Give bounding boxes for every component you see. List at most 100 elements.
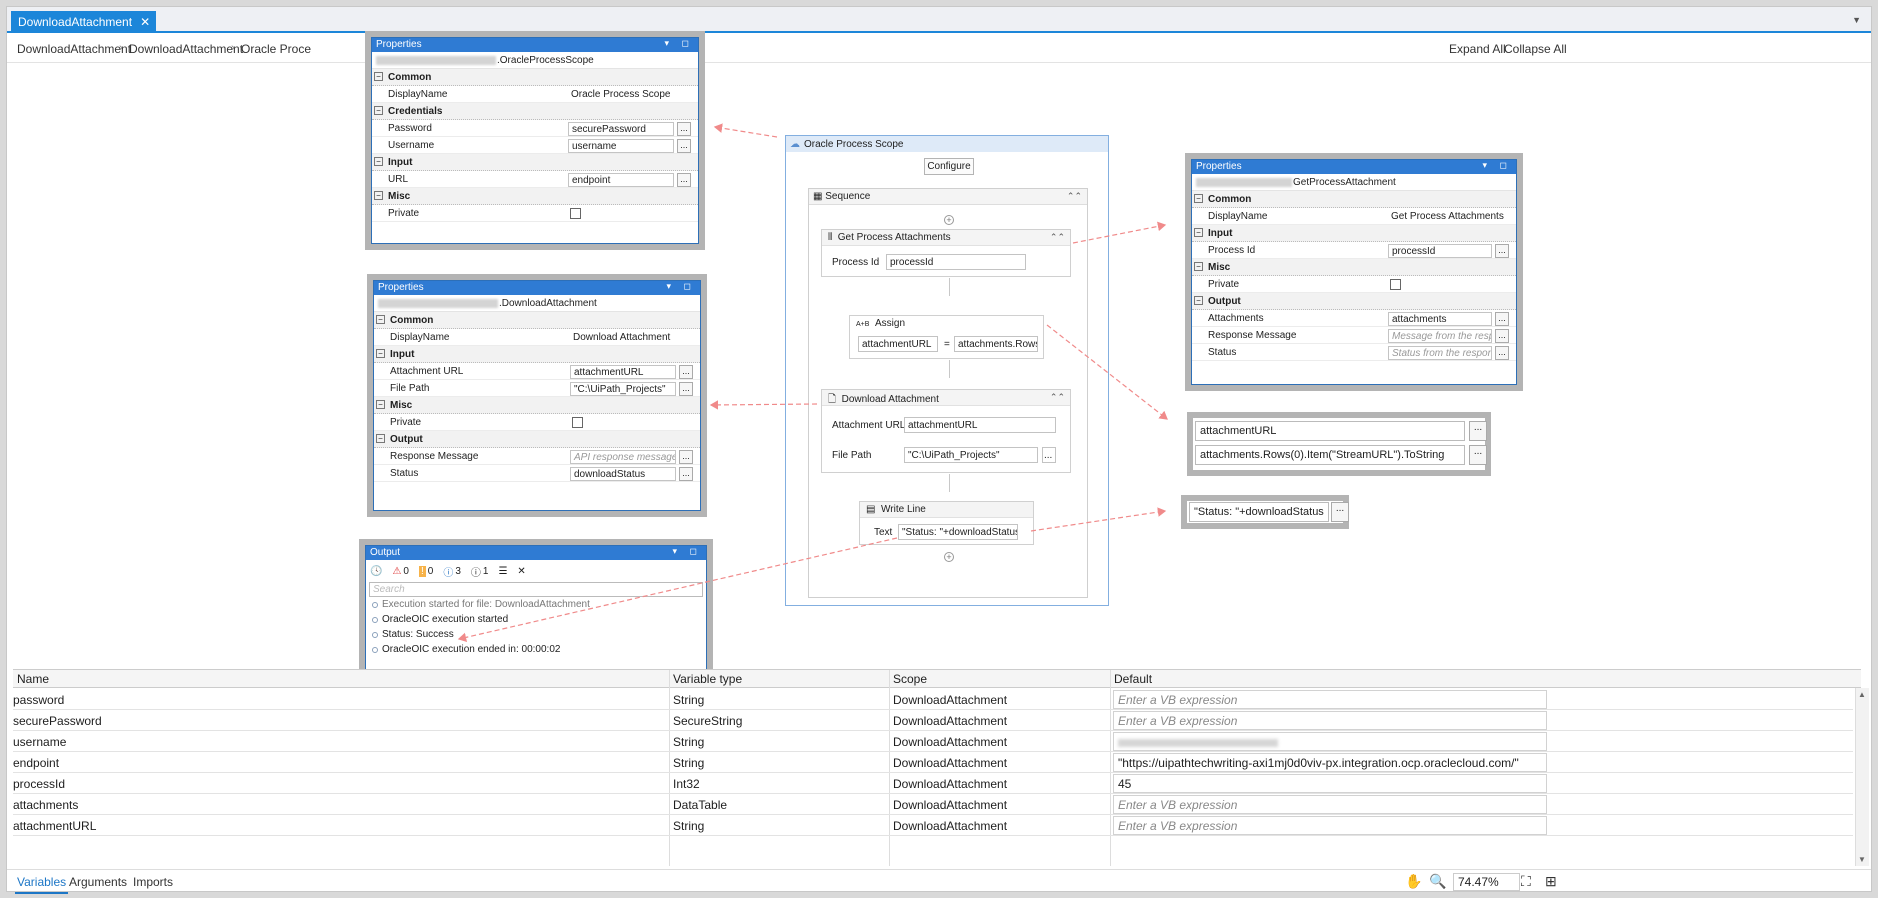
collapse-icon[interactable]: − [374,106,383,115]
tab-arguments[interactable]: Arguments [69,875,127,889]
private-checkbox[interactable] [572,417,583,428]
category-misc[interactable]: − Misc [1192,259,1516,276]
category-common[interactable]: − Common [372,69,698,86]
overview-icon[interactable]: ⊞ [1545,873,1557,890]
text-input[interactable]: "Status: "+downloadStatus [1189,502,1329,522]
variable-type[interactable]: String [673,819,704,833]
ellipsis-button[interactable]: ... [679,450,693,464]
assign-activity[interactable]: A+B Assign attachmentURL = attachments.R… [849,315,1044,359]
assign-value-input[interactable]: attachments.Rows [954,336,1038,352]
close-icon[interactable]: ✕ [140,15,150,33]
pin-icon[interactable]: ▾ ◻ [673,546,703,557]
private-checkbox[interactable] [570,208,581,219]
variable-default-input[interactable]: Enter a VB expression [1113,711,1547,730]
status-input[interactable]: downloadStatus [570,467,676,481]
attachment-url-input[interactable]: attachmentURL [904,417,1056,433]
ellipsis-button[interactable]: ... [1469,445,1487,465]
trace-filter-button[interactable]: ⓘ 1 [471,564,489,579]
variable-scope[interactable]: DownloadAttachment [893,735,1007,749]
fit-screen-icon[interactable]: ⛶ [1521,873,1531,890]
variable-type[interactable]: Int32 [673,777,700,791]
chevron-down-icon[interactable]: ▼ [1852,15,1861,25]
variable-default-input[interactable] [1113,732,1547,751]
collapse-all-button[interactable]: Collapse All [1504,42,1567,56]
breadcrumb-item[interactable]: Oracle Proce [241,42,311,56]
variable-name[interactable]: username [13,735,66,749]
col-name[interactable]: Name [17,672,49,686]
scroll-up-icon[interactable]: ▲ [1858,690,1866,699]
collapse-icon[interactable]: − [1194,228,1203,237]
clear-icon[interactable]: ✕ [517,566,525,577]
text-input[interactable]: "Status: "+downloadStatus [898,524,1018,540]
category-misc[interactable]: − Misc [374,397,700,414]
zoom-select[interactable]: 74.47% [1453,873,1520,891]
ellipsis-button[interactable]: ... [677,139,691,153]
write-line-activity[interactable]: ▤ Write Line Text "Status: "+downloadSta… [859,501,1034,545]
hand-icon[interactable]: ✋ [1405,873,1422,890]
search-icon[interactable]: 🔍 [1429,873,1446,890]
ellipsis-button[interactable]: ... [679,365,693,379]
variable-row[interactable]: processId Int32 DownloadAttachment 45 [13,773,1853,794]
pin-icon[interactable]: ▾ ◻ [667,281,697,292]
category-output[interactable]: − Output [374,431,700,448]
variable-type[interactable]: DataTable [673,798,727,812]
response-message-input[interactable]: API response message i [570,450,676,464]
variable-type[interactable]: SecureString [673,714,742,728]
clock-icon[interactable]: 🕓 [370,566,382,577]
collapse-icon[interactable]: ⌃⌃ [1050,232,1065,243]
collapse-icon[interactable]: − [374,72,383,81]
password-input[interactable]: securePassword [568,122,674,136]
ellipsis-button[interactable]: ... [679,382,693,396]
variable-row[interactable]: endpoint String DownloadAttachment "https:/… [13,752,1853,773]
variable-name[interactable]: attachmentURL [13,819,96,833]
collapse-icon[interactable]: ⌃⌃ [1050,392,1065,403]
col-type[interactable]: Variable type [673,672,742,686]
variable-scope[interactable]: DownloadAttachment [893,756,1007,770]
collapse-icon[interactable]: − [1194,262,1203,271]
status-input[interactable]: Status from the respons [1388,346,1492,360]
variable-default-input[interactable]: 45 [1113,774,1547,793]
collapse-icon[interactable]: ⌃⌃ [1067,191,1082,202]
ellipsis-button[interactable]: ... [1495,329,1509,343]
expand-all-button[interactable]: Expand All [1449,42,1506,56]
collapse-icon[interactable]: − [376,315,385,324]
oracle-process-scope-activity[interactable]: ☁ Oracle Process Scope Configure ▦ Sequen… [785,135,1109,606]
document-tab[interactable]: DownloadAttachment ✕ [11,11,157,33]
url-input[interactable]: endpoint [568,173,674,187]
breadcrumb-item[interactable]: DownloadAttachment [129,42,243,56]
ellipsis-button[interactable]: ... [1495,312,1509,326]
download-attachment-activity[interactable]: 🗋 Download Attachment ⌃⌃ Attachment URL a… [821,389,1071,473]
variable-scope[interactable]: DownloadAttachment [893,798,1007,812]
tab-variables[interactable]: Variables [14,875,69,894]
variable-default-input[interactable]: Enter a VB expression [1113,690,1547,709]
displayname-value[interactable]: Download Attachment [570,331,700,345]
variable-row[interactable]: username String DownloadAttachment [13,731,1853,752]
assign-to-input[interactable]: attachmentURL [1195,421,1465,441]
ellipsis-button[interactable]: ... [677,173,691,187]
category-common[interactable]: − Common [374,312,700,329]
file-path-input[interactable]: "C:\UiPath_Projects" [904,447,1038,463]
variable-scope[interactable]: DownloadAttachment [893,777,1007,791]
category-input[interactable]: − Input [1192,225,1516,242]
col-default[interactable]: Default [1114,672,1152,686]
variable-row[interactable]: password String DownloadAttachment Enter a … [13,689,1853,710]
col-scope[interactable]: Scope [893,672,927,686]
process-id-input[interactable]: processId [886,254,1026,270]
configure-button[interactable]: Configure [924,158,974,175]
variable-type[interactable]: String [673,756,704,770]
ellipsis-button[interactable]: ... [679,467,693,481]
filter-icon[interactable]: ☰ [498,566,507,577]
collapse-icon[interactable]: − [1194,296,1203,305]
ellipsis-button[interactable]: ... [1042,447,1056,463]
variable-name[interactable]: securePassword [13,714,102,728]
variable-default-input[interactable]: "https://uipathtechwriting-axi1mj0d0viv-… [1113,753,1547,772]
variable-type[interactable]: String [673,735,704,749]
variable-scope[interactable]: DownloadAttachment [893,693,1007,707]
get-process-attachments-activity[interactable]: ⫴ Get Process Attachments ⌃⌃ Process Id p… [821,229,1071,277]
assign-to-input[interactable]: attachmentURL [858,336,938,352]
attachment-url-input[interactable]: attachmentURL [570,365,676,379]
output-search-input[interactable]: Search [369,582,703,597]
displayname-value[interactable]: Oracle Process Scope [568,88,698,102]
category-input[interactable]: − Input [372,154,698,171]
category-misc[interactable]: − Misc [372,188,698,205]
